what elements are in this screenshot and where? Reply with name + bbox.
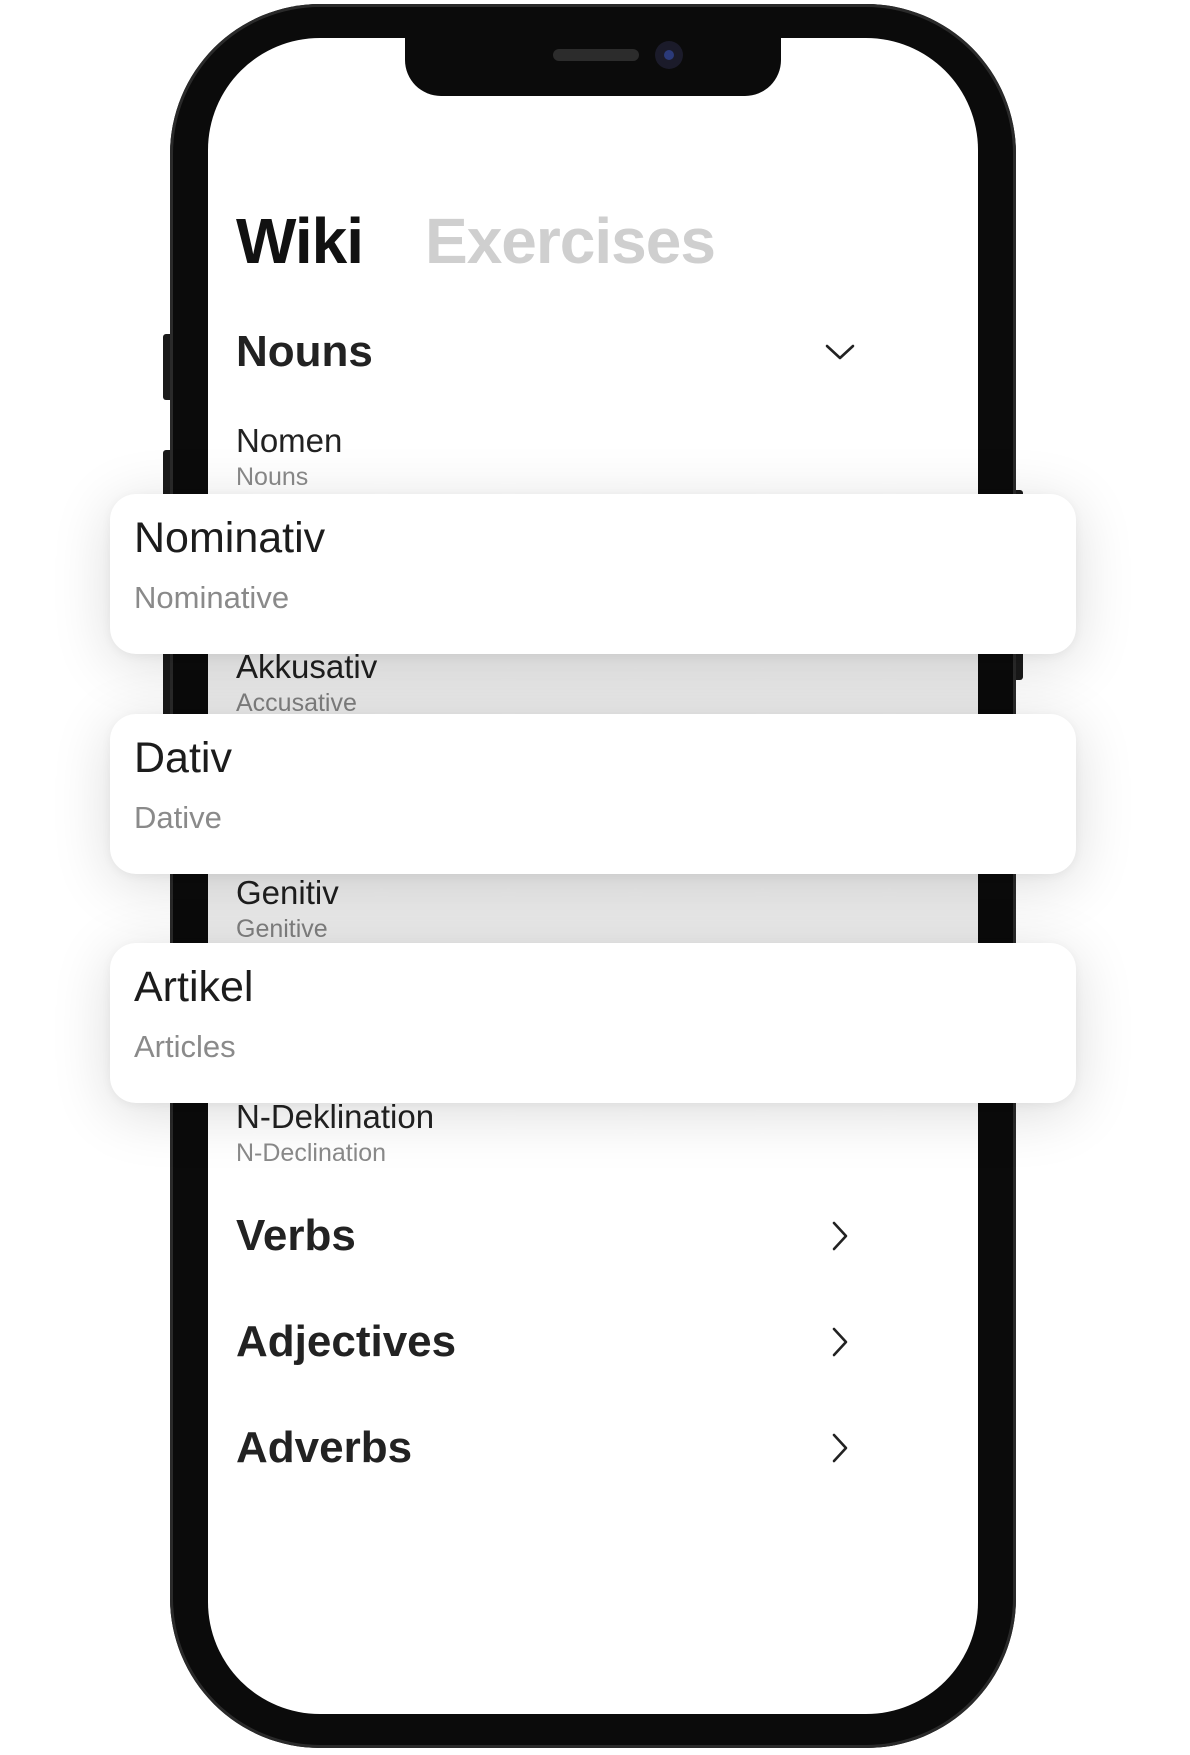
- card-subtitle: Nominative: [134, 580, 290, 615]
- list-item-title: N-Deklination: [236, 1098, 435, 1135]
- chevron-right-icon[interactable]: [822, 1430, 858, 1466]
- list-item-subtitle: N-Declination: [236, 1139, 387, 1167]
- speaker-grille: [553, 49, 639, 61]
- tab-bar: Wiki Exercises: [236, 204, 716, 278]
- list-item-genitiv[interactable]: Genitiv Genitive: [236, 874, 836, 946]
- section-nouns-title: Nouns: [236, 327, 373, 376]
- list-item-akkusativ[interactable]: Akkusativ Accusative: [236, 648, 836, 720]
- section-verbs[interactable]: Verbs: [236, 1206, 858, 1266]
- list-item-nomen[interactable]: Nomen Nouns: [236, 422, 836, 494]
- list-item-n-deklination[interactable]: N-Deklination N-Declination: [236, 1098, 836, 1170]
- list-item-subtitle: Genitive: [236, 915, 328, 943]
- card-subtitle: Dative: [134, 800, 222, 835]
- card-title: Nominativ: [134, 514, 326, 562]
- front-camera: [655, 41, 683, 69]
- chevron-right-icon[interactable]: [822, 1218, 858, 1254]
- section-adjectives[interactable]: Adjectives: [236, 1312, 858, 1372]
- list-item-title: Nomen: [236, 422, 343, 459]
- device-mockup: Wiki Exercises Nouns Nomen Nouns Akkusat…: [0, 0, 1190, 1755]
- tab-wiki[interactable]: Wiki: [236, 204, 364, 278]
- chevron-right-icon[interactable]: [822, 1324, 858, 1360]
- chevron-down-icon[interactable]: [822, 334, 858, 370]
- list-item-subtitle: Nouns: [236, 463, 309, 491]
- phone-frame: Wiki Exercises Nouns Nomen Nouns Akkusat…: [170, 4, 1016, 1748]
- phone-screen: Wiki Exercises Nouns Nomen Nouns Akkusat…: [208, 38, 978, 1714]
- list-item-title: Genitiv: [236, 874, 339, 911]
- card-dativ[interactable]: Dativ Dative: [110, 714, 1076, 874]
- card-subtitle: Articles: [134, 1029, 236, 1064]
- card-title: Dativ: [134, 734, 232, 782]
- section-nouns[interactable]: Nouns: [236, 322, 858, 382]
- section-verbs-title: Verbs: [236, 1211, 356, 1260]
- section-adjectives-title: Adjectives: [236, 1317, 457, 1366]
- section-adverbs-title: Adverbs: [236, 1423, 413, 1472]
- notch: [405, 38, 781, 96]
- tab-exercises[interactable]: Exercises: [425, 204, 716, 278]
- card-nominativ[interactable]: Nominativ Nominative: [110, 494, 1076, 654]
- section-adverbs[interactable]: Adverbs: [236, 1418, 858, 1478]
- card-artikel[interactable]: Artikel Articles: [110, 943, 1076, 1103]
- card-title: Artikel: [134, 963, 254, 1011]
